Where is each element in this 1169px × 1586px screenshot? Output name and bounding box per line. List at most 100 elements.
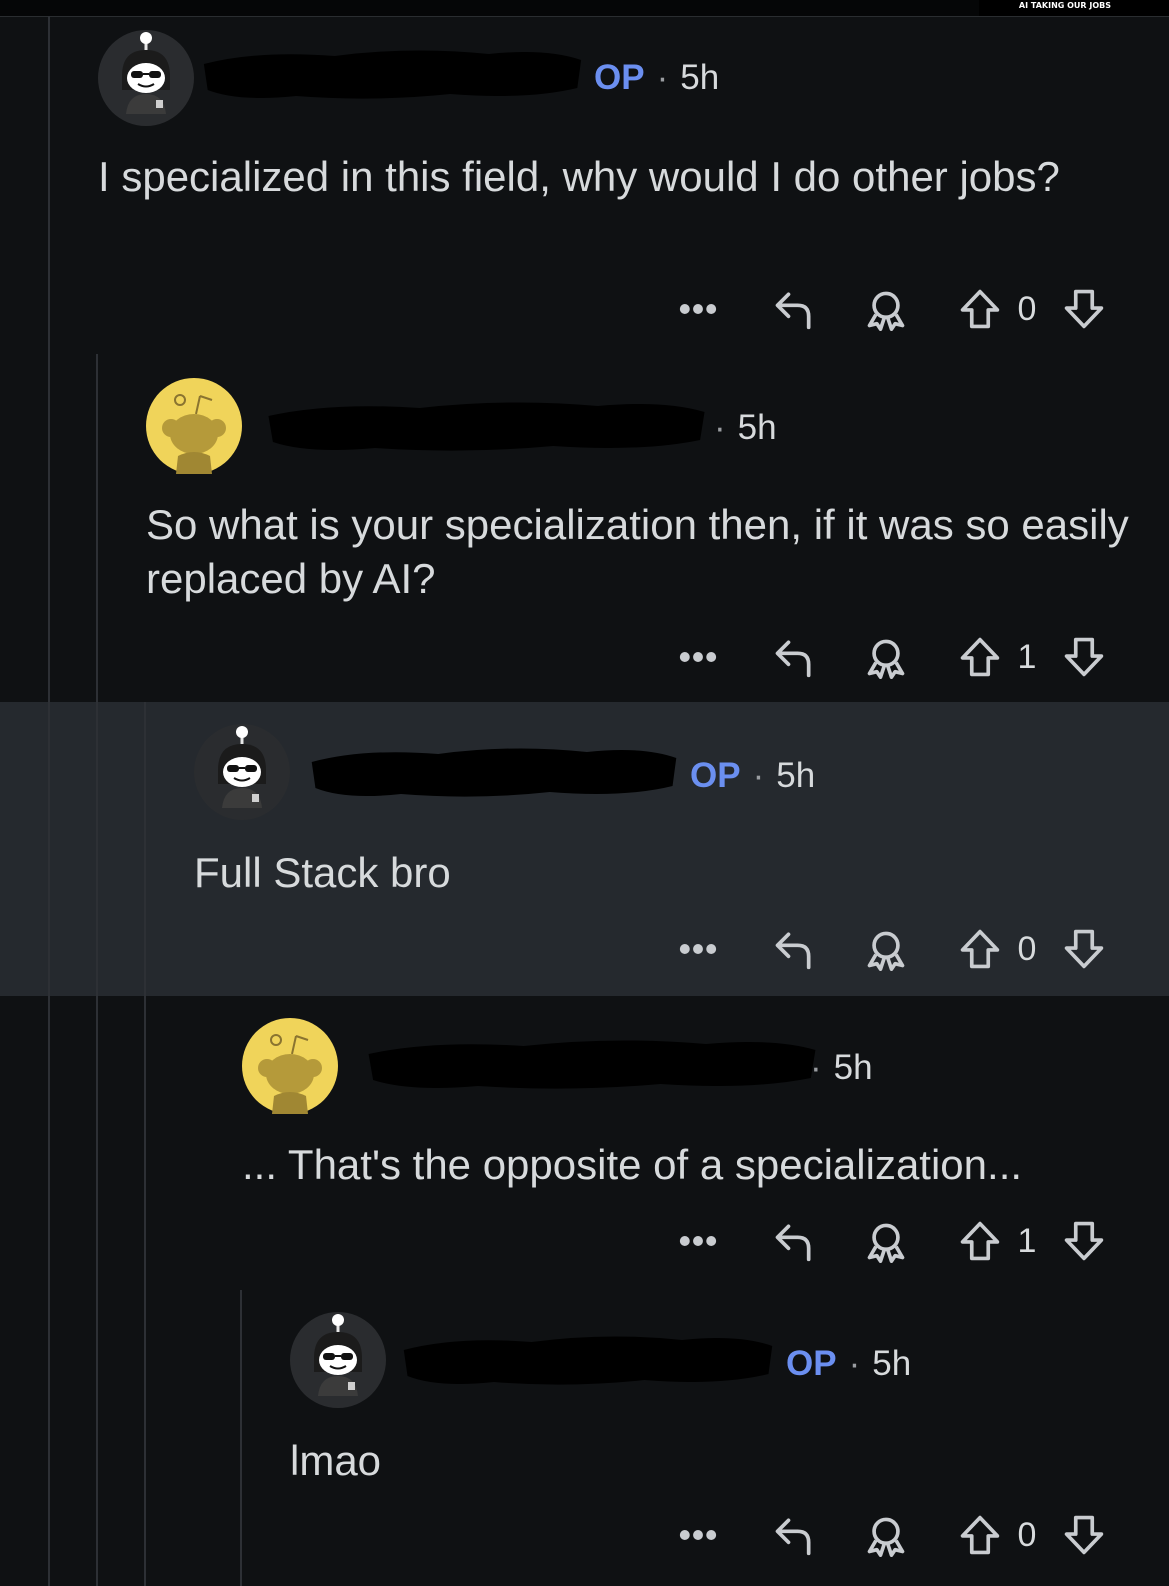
- reply-button[interactable]: [772, 1510, 816, 1560]
- downvote-button[interactable]: [1062, 284, 1106, 334]
- snoo-avatar-icon: [290, 1312, 386, 1408]
- redacted-username: [264, 396, 709, 456]
- comment-body: Full Stack bro: [194, 849, 451, 896]
- avatar[interactable]: [146, 378, 242, 474]
- comment-meta: · 5h: [702, 408, 777, 448]
- comment-actions: 1: [676, 1216, 1126, 1266]
- timestamp: 5h: [833, 1048, 873, 1087]
- comment-body: So what is your specialization then, if …: [146, 501, 1129, 602]
- redaction-mark: [400, 1330, 776, 1390]
- comment-body: ... That's the opposite of a specializat…: [242, 1141, 1023, 1188]
- award-button[interactable]: [864, 1216, 908, 1266]
- comment-actions: 1: [676, 632, 1126, 682]
- timestamp: 5h: [680, 58, 720, 97]
- downvote-button[interactable]: [1062, 1216, 1106, 1266]
- vote-count: 1: [1017, 638, 1037, 676]
- snoo-avatar-icon: [146, 378, 242, 474]
- more-button[interactable]: [676, 284, 720, 334]
- op-badge: OP: [594, 58, 645, 97]
- downvote-icon: [1062, 924, 1106, 974]
- redacted-username: [364, 1034, 820, 1094]
- upvote-icon: [958, 1510, 1002, 1560]
- upvote-button[interactable]: [958, 284, 1002, 334]
- avatar[interactable]: [98, 30, 194, 126]
- snoo-avatar-icon: [98, 30, 194, 126]
- upvote-button[interactable]: [958, 924, 1002, 974]
- vote-count: 1: [1017, 1222, 1037, 1260]
- comment-body: lmao: [290, 1437, 382, 1484]
- thread-line[interactable]: [96, 354, 98, 1586]
- avatar[interactable]: [194, 724, 290, 820]
- upvote-icon: [958, 1216, 1002, 1266]
- downvote-icon: [1062, 632, 1106, 682]
- downvote-button[interactable]: [1062, 1510, 1106, 1560]
- downvote-button[interactable]: [1062, 924, 1106, 974]
- reply-icon: [772, 1510, 816, 1560]
- thread-line[interactable]: [240, 1290, 242, 1586]
- comment-actions: 0: [676, 284, 1126, 334]
- award-icon: [864, 632, 908, 682]
- award-icon: [864, 1216, 908, 1266]
- reply-button[interactable]: [772, 284, 816, 334]
- reply-button[interactable]: [772, 632, 816, 682]
- award-button[interactable]: [864, 1510, 908, 1560]
- overflow-menu-icon: [676, 1216, 720, 1266]
- reply-button[interactable]: [772, 1216, 816, 1266]
- award-icon: [864, 1510, 908, 1560]
- upvote-icon: [958, 632, 1002, 682]
- downvote-icon: [1062, 1510, 1106, 1560]
- overflow-menu-icon: [676, 632, 720, 682]
- separator-dot: ·: [714, 408, 726, 447]
- more-button[interactable]: [676, 632, 720, 682]
- reply-icon: [772, 284, 816, 334]
- upvote-button[interactable]: [958, 1216, 1002, 1266]
- comment-body: I specialized in this field, why would I…: [98, 153, 1060, 200]
- thread-line[interactable]: [48, 16, 50, 1586]
- more-button[interactable]: [676, 1216, 720, 1266]
- downvote-icon: [1062, 1216, 1106, 1266]
- timestamp: 5h: [872, 1344, 912, 1383]
- comment-meta: OP · 5h: [594, 58, 719, 98]
- overflow-menu-icon: [676, 284, 720, 334]
- comment-actions: 0: [676, 1510, 1126, 1560]
- redacted-username: [308, 742, 680, 802]
- redaction-mark: [200, 44, 585, 104]
- snoo-avatar-icon: [242, 1018, 338, 1114]
- vote-count: 0: [1017, 930, 1037, 968]
- thread-line[interactable]: [144, 702, 146, 1586]
- more-button[interactable]: [676, 924, 720, 974]
- top-bar: AI TAKING OUR JOBS: [0, 0, 1169, 17]
- comment-actions: 0: [676, 924, 1126, 974]
- watermark: AI TAKING OUR JOBS: [979, 0, 1169, 16]
- vote-count: 0: [1017, 290, 1037, 328]
- downvote-button[interactable]: [1062, 632, 1106, 682]
- downvote-icon: [1062, 284, 1106, 334]
- separator-dot: ·: [752, 756, 765, 795]
- comment-meta: OP · 5h: [690, 756, 815, 796]
- reply-icon: [772, 632, 816, 682]
- award-button[interactable]: [864, 632, 908, 682]
- redacted-username: [400, 1330, 776, 1390]
- upvote-button[interactable]: [958, 1510, 1002, 1560]
- timestamp: 5h: [737, 408, 777, 447]
- redaction-mark: [264, 396, 709, 456]
- vote-count: 0: [1017, 1516, 1037, 1554]
- reply-button[interactable]: [772, 924, 816, 974]
- upvote-button[interactable]: [958, 632, 1002, 682]
- separator-dot: ·: [848, 1344, 861, 1383]
- overflow-menu-icon: [676, 1510, 720, 1560]
- op-badge: OP: [690, 756, 741, 795]
- redacted-username: [200, 44, 585, 104]
- avatar[interactable]: [290, 1312, 386, 1408]
- reply-icon: [772, 924, 816, 974]
- award-button[interactable]: [864, 924, 908, 974]
- comment-meta: · 5h: [798, 1048, 873, 1088]
- award-button[interactable]: [864, 284, 908, 334]
- redaction-mark: [308, 742, 680, 802]
- overflow-menu-icon: [676, 924, 720, 974]
- upvote-icon: [958, 924, 1002, 974]
- avatar[interactable]: [242, 1018, 338, 1114]
- comment-meta: OP · 5h: [786, 1344, 911, 1384]
- more-button[interactable]: [676, 1510, 720, 1560]
- award-icon: [864, 284, 908, 334]
